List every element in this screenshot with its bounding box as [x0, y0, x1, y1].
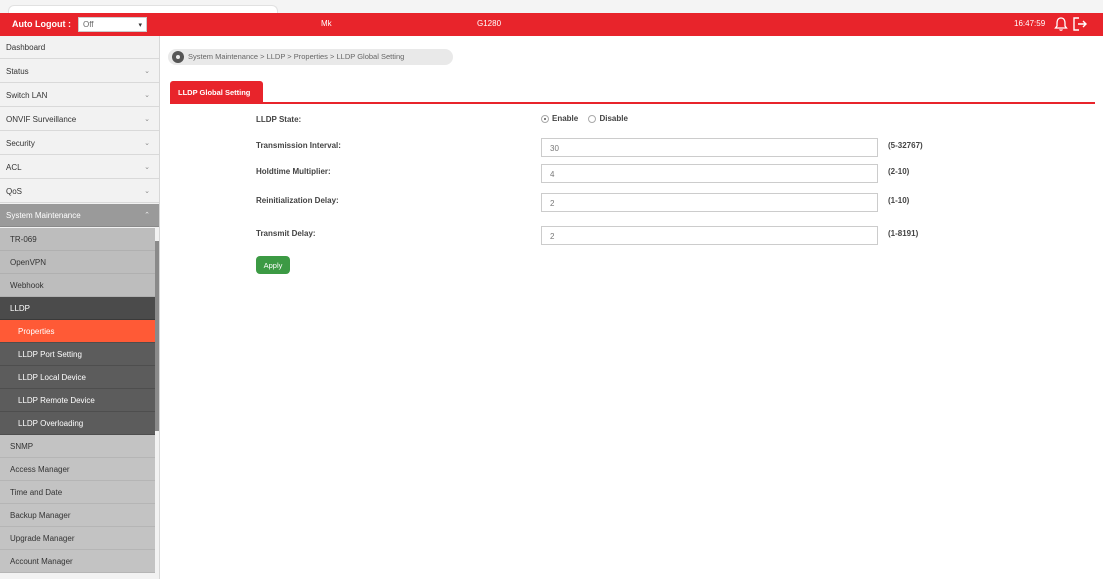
top-bar: Auto Logout : Off ▾ Mk G1280 16:47:59 [0, 13, 1103, 36]
chevron-down-icon: ⌄ [144, 68, 150, 75]
sidebar-sub-label: OpenVPN [10, 258, 47, 267]
sidebar-item-label: QoS [6, 187, 23, 196]
transmission-interval-input[interactable]: 30 [541, 138, 878, 157]
sidebar-item-onvif[interactable]: ONVIF Surveillance ⌄ [0, 108, 159, 131]
sidebar-lldp-label: LLDP Port Setting [18, 350, 82, 359]
sidebar-sub-label: SNMP [10, 442, 34, 451]
sidebar-lldp-label: LLDP Overloading [18, 419, 84, 428]
sidebar-sub-time-date[interactable]: Time and Date [0, 481, 155, 504]
sidebar-sub-label: Time and Date [10, 488, 63, 497]
sidebar-sub-snmp[interactable]: SNMP [0, 435, 155, 458]
breadcrumb-text: System Maintenance > LLDP > Properties >… [188, 52, 405, 61]
apply-button[interactable]: Apply [256, 256, 290, 274]
sidebar-sub-backup-manager[interactable]: Backup Manager [0, 504, 155, 527]
reinitialization-delay-input[interactable]: 2 [541, 193, 878, 212]
reinitialization-delay-range: (1-10) [888, 196, 910, 205]
lldp-state-radio-group: Enable Disable [541, 114, 636, 123]
sidebar-sub-openvpn[interactable]: OpenVPN [0, 251, 155, 274]
disable-label: Disable [599, 114, 628, 124]
sidebar-item-qos[interactable]: QoS ⌄ [0, 180, 159, 203]
holdtime-multiplier-input[interactable]: 4 [541, 164, 878, 183]
bell-icon[interactable] [1054, 16, 1068, 32]
sidebar-sub-label: Account Manager [10, 557, 73, 566]
device-name: G1280 [477, 19, 502, 28]
sidebar-sub-label: TR-069 [10, 235, 37, 244]
tab-lldp-global-setting[interactable]: LLDP Global Setting [170, 81, 263, 103]
chevron-down-icon: ⌄ [144, 164, 150, 171]
sidebar-lldp-overloading[interactable]: LLDP Overloading [0, 412, 155, 435]
chevron-up-icon: ⌃ [144, 212, 150, 219]
sidebar-item-system-maintenance[interactable]: System Maintenance ⌃ [0, 204, 159, 227]
sidebar-lldp-label: Properties [18, 327, 55, 336]
gear-icon [172, 51, 184, 63]
sidebar-item-status[interactable]: Status ⌄ [0, 60, 159, 83]
disable-radio[interactable] [588, 115, 597, 124]
holdtime-multiplier-range: (2-10) [888, 167, 910, 176]
sidebar-lldp-label: LLDP Remote Device [18, 396, 95, 405]
sidebar-sub-label: Access Manager [10, 465, 70, 474]
logout-icon[interactable] [1072, 16, 1088, 32]
sidebar-sub-access-manager[interactable]: Access Manager [0, 458, 155, 481]
transmit-delay-range: (1-8191) [888, 229, 919, 238]
sidebar-scrollbar[interactable] [155, 241, 159, 431]
lldp-state-label: LLDP State: [256, 115, 302, 124]
browser-tab-shape [8, 5, 278, 13]
auto-logout-label: Auto Logout : [12, 19, 71, 29]
disable-option[interactable]: Disable [588, 114, 628, 124]
sidebar-sub-account-manager[interactable]: Account Manager [0, 550, 155, 573]
sidebar-sub-label: Webhook [10, 281, 44, 290]
chevron-down-icon: ⌄ [144, 116, 150, 123]
sidebar: Dashboard Status ⌄ Switch LAN ⌄ ONVIF Surv… [0, 36, 160, 579]
tab-divider [170, 102, 1095, 104]
sidebar-lldp-local-device[interactable]: LLDP Local Device [0, 366, 155, 389]
browser-strip [0, 0, 1103, 13]
transmit-delay-label: Transmit Delay: [256, 229, 316, 238]
sidebar-lldp-properties[interactable]: Properties [0, 320, 155, 343]
sidebar-sub-tr069[interactable]: TR-069 [0, 228, 155, 251]
enable-label: Enable [552, 114, 579, 124]
chevron-down-icon: ⌄ [144, 140, 150, 147]
sidebar-item-label: Dashboard [6, 43, 46, 52]
transmit-delay-input[interactable]: 2 [541, 226, 878, 245]
sidebar-item-label: ACL [6, 163, 22, 172]
sidebar-item-label: Switch LAN [6, 91, 48, 100]
reinitialization-delay-label: Reinitialization Delay: [256, 196, 339, 205]
chevron-down-icon: ⌄ [144, 188, 150, 195]
sidebar-item-label: ONVIF Surveillance [6, 115, 77, 124]
sidebar-item-security[interactable]: Security ⌄ [0, 132, 159, 155]
holdtime-multiplier-label: Holdtime Multiplier: [256, 167, 331, 176]
breadcrumb: System Maintenance > LLDP > Properties >… [168, 49, 453, 65]
sidebar-sub-label: Backup Manager [10, 511, 71, 520]
sidebar-item-switch-lan[interactable]: Switch LAN ⌄ [0, 84, 159, 107]
sidebar-item-dashboard[interactable]: Dashboard [0, 36, 159, 59]
enable-radio[interactable] [541, 115, 549, 124]
chevron-down-icon: ⌄ [144, 92, 150, 99]
sidebar-item-label: Status [6, 67, 29, 76]
transmission-interval-label: Transmission Interval: [256, 141, 341, 150]
model-name: Mk [321, 19, 332, 28]
sidebar-item-label: Security [6, 139, 35, 148]
auto-logout-select[interactable]: Off ▾ [78, 17, 147, 32]
transmission-interval-range: (5-32767) [888, 141, 923, 150]
sidebar-sub-lldp[interactable]: LLDP [0, 297, 155, 320]
sidebar-lldp-port-setting[interactable]: LLDP Port Setting [0, 343, 155, 366]
sidebar-sub-upgrade-manager[interactable]: Upgrade Manager [0, 527, 155, 550]
enable-option[interactable]: Enable [541, 114, 578, 123]
auto-logout-value: Off [83, 20, 94, 29]
sidebar-sub-webhook[interactable]: Webhook [0, 274, 155, 297]
sidebar-lldp-label: LLDP Local Device [18, 373, 86, 382]
sidebar-item-label: System Maintenance [6, 211, 81, 220]
sidebar-lldp-remote-device[interactable]: LLDP Remote Device [0, 389, 155, 412]
system-clock: 16:47:59 [1014, 19, 1046, 28]
sidebar-sub-label: Upgrade Manager [10, 534, 75, 543]
chevron-down-icon: ▾ [138, 22, 142, 29]
sidebar-sub-label: LLDP [10, 304, 31, 313]
sidebar-item-acl[interactable]: ACL ⌄ [0, 156, 159, 179]
